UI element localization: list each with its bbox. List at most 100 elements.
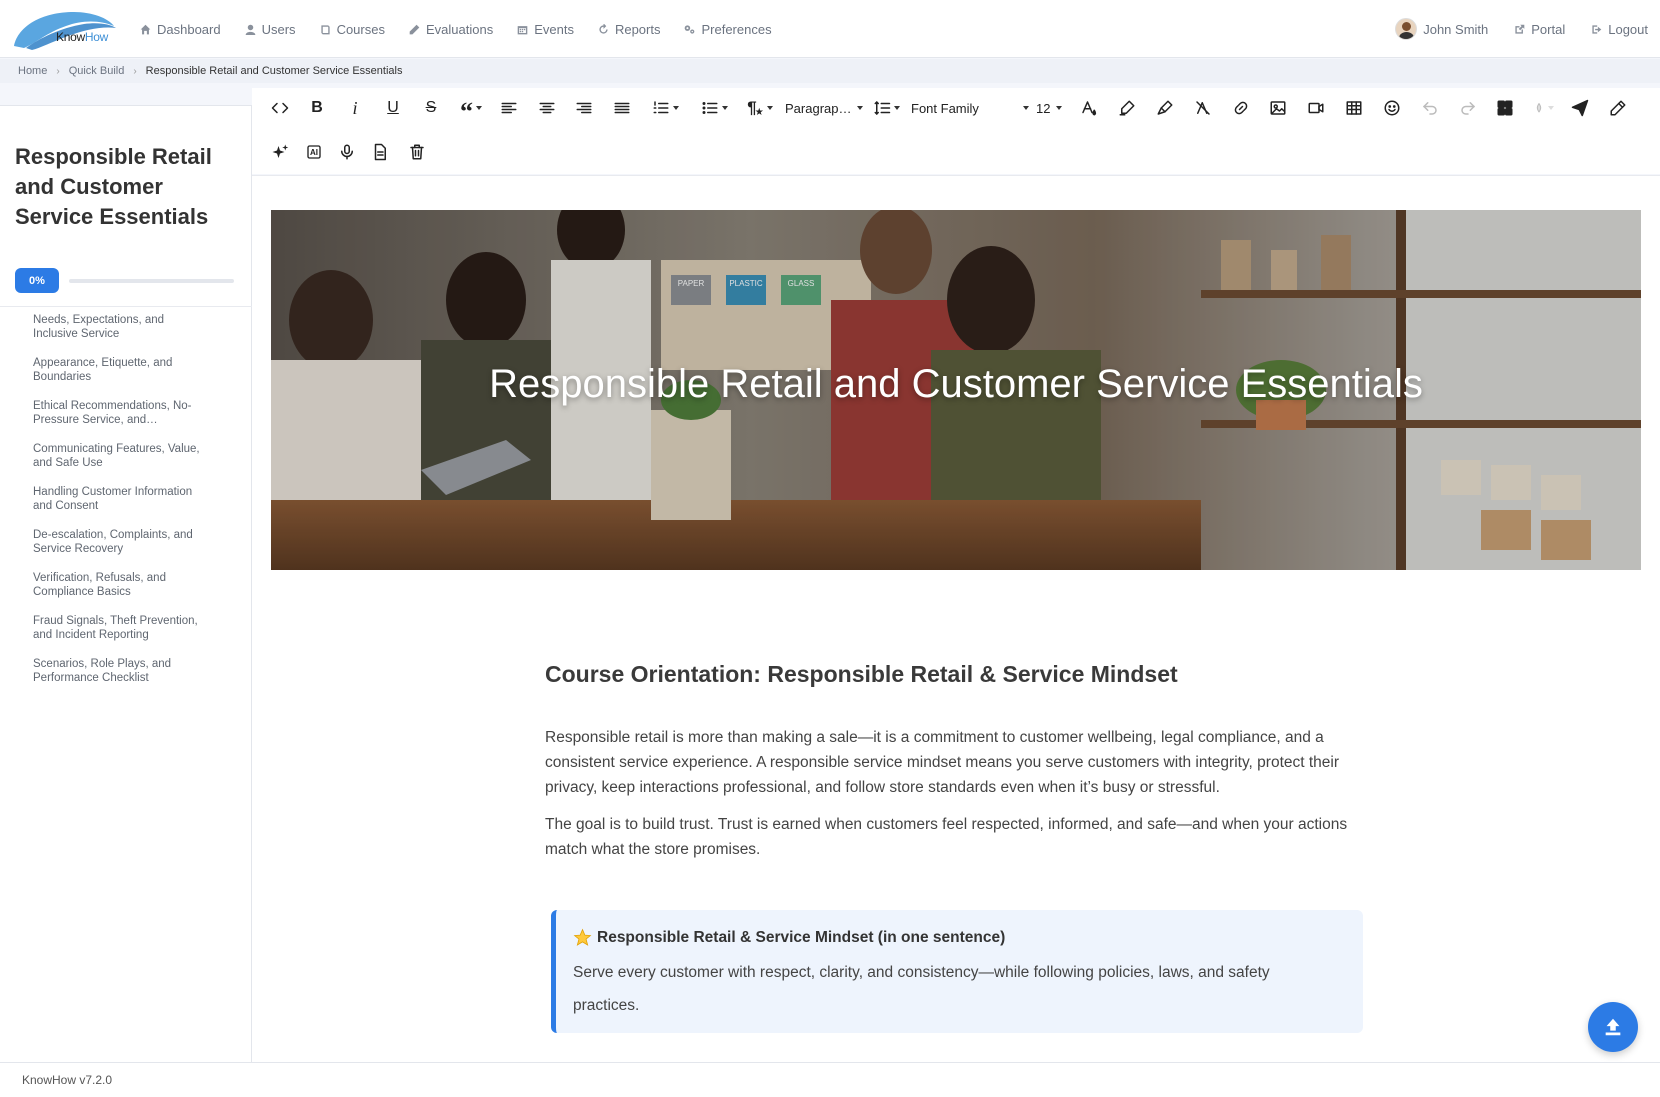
insert-emoji-button[interactable] [1379, 93, 1405, 123]
microphone-icon [341, 144, 353, 160]
external-link-icon [1515, 24, 1525, 34]
logo-text-how: How [84, 30, 108, 44]
sidebar-divider [0, 306, 252, 307]
portal-label: Portal [1531, 21, 1566, 37]
nav-users[interactable]: Users [245, 22, 296, 37]
chevron-down-icon [672, 106, 679, 110]
callout-title-text: Responsible Retail & Service Mindset (in… [597, 928, 1006, 946]
quote-icon: “ [460, 97, 473, 126]
breadcrumb-home[interactable]: Home [18, 65, 47, 77]
user-icon [245, 24, 255, 35]
line-height-button[interactable] [870, 93, 902, 123]
insert-image-button[interactable] [1265, 93, 1291, 123]
font-family-select[interactable]: Font Family [911, 93, 1029, 123]
home-icon [140, 24, 151, 34]
blocks-button[interactable] [1492, 93, 1518, 123]
course-sidebar: Responsible Retail and Customer Service … [0, 105, 252, 1062]
lesson-item[interactable]: Handling Customer Information and Consen… [33, 486, 208, 529]
voice-button[interactable] [334, 137, 360, 167]
bullet-list-button[interactable] [696, 93, 732, 123]
editor-content[interactable]: PAPER PLASTIC GLASS Responsible Retail a… [252, 175, 1660, 1062]
upload-button[interactable] [1588, 1002, 1638, 1052]
chevron-right-icon: › [56, 65, 60, 77]
knowhow-logo[interactable]: KnowHow [12, 8, 116, 50]
ordered-list-button[interactable] [647, 93, 683, 123]
nav-reports[interactable]: Reports [598, 21, 661, 37]
portal-link[interactable]: Portal [1514, 22, 1565, 37]
undo-button[interactable] [1417, 93, 1443, 123]
highlight-button[interactable] [1114, 93, 1140, 123]
insert-table-button[interactable] [1341, 93, 1367, 123]
brush-icon [1157, 100, 1173, 115]
drop-icon [1536, 103, 1541, 113]
chevron-down-icon [1056, 106, 1063, 110]
user-menu[interactable]: John Smith [1395, 18, 1488, 40]
lesson-item[interactable]: Needs, Expectations, and Inclusive Servi… [33, 314, 208, 357]
lesson-item[interactable]: Communicating Features, Value, and Safe … [33, 443, 208, 486]
align-right-icon [576, 102, 592, 114]
color-drop-button[interactable] [1528, 93, 1558, 123]
align-right-button[interactable] [571, 93, 597, 123]
chevron-down-icon [857, 106, 864, 110]
undo-icon [1423, 102, 1437, 115]
lesson-item[interactable]: Scenarios, Role Plays, and Performance C… [33, 658, 208, 701]
nav-events[interactable]: Events [517, 22, 574, 37]
font-size-select[interactable]: 12 [1036, 93, 1068, 123]
lesson-item[interactable]: De-escalation, Complaints, and Service R… [33, 529, 208, 572]
edit-button[interactable] [1605, 93, 1631, 123]
font-size-value: 12 [1036, 100, 1051, 116]
section-heading: Course Orientation: Responsible Retail &… [545, 661, 1178, 687]
document-button[interactable] [367, 137, 393, 167]
logout-label: Logout [1608, 21, 1648, 37]
insert-link-button[interactable] [1228, 93, 1254, 123]
chevron-down-icon [766, 106, 773, 110]
nav-preferences[interactable]: Preferences [684, 22, 772, 37]
lesson-item[interactable]: Fraud Signals, Theft Prevention, and Inc… [33, 615, 208, 658]
lesson-item[interactable]: Appearance, Etiquette, and Boundaries [33, 357, 208, 400]
italic-button[interactable]: i [342, 93, 368, 123]
redo-icon [1461, 102, 1475, 115]
smiley-icon [1384, 100, 1400, 116]
ai-magic-button[interactable] [267, 137, 293, 167]
redo-button[interactable] [1455, 93, 1481, 123]
ai-assistant-button[interactable]: AI [301, 137, 327, 167]
video-icon [1308, 102, 1324, 114]
star-small-icon: ★ [754, 106, 764, 118]
clear-formatting-button[interactable] [1190, 93, 1216, 123]
highlighter-icon [1119, 100, 1135, 116]
breadcrumb: Home › Quick Build › Responsible Retail … [0, 59, 1660, 83]
align-center-button[interactable] [534, 93, 560, 123]
publish-button[interactable] [1567, 93, 1593, 123]
lesson-item[interactable]: Ethical Recommendations, No-Pressure Ser… [33, 400, 208, 443]
justify-button[interactable] [609, 93, 635, 123]
background-color-button[interactable] [1152, 93, 1178, 123]
insert-video-button[interactable] [1303, 93, 1329, 123]
callout-body: Serve every customer with respect, clari… [573, 964, 1270, 1014]
paragraph-format-value: Paragrap… [785, 100, 852, 116]
source-code-button[interactable] [267, 93, 293, 123]
bold-button[interactable]: B [304, 93, 330, 123]
strikethrough-button[interactable]: S [418, 93, 444, 123]
paragraph-styles-button[interactable]: ¶ ★ [744, 93, 776, 123]
nav-courses[interactable]: Courses [320, 22, 385, 37]
nav-evaluations[interactable]: Evaluations [409, 22, 493, 37]
paragraph-format-select[interactable]: Paragrap… [785, 93, 864, 123]
align-left-button[interactable] [496, 93, 522, 123]
text-color-button[interactable] [1076, 93, 1102, 123]
logout-link[interactable]: Logout [1591, 22, 1648, 37]
nav-reports-label: Reports [614, 21, 661, 37]
logo-text-know: Know [56, 30, 85, 44]
breadcrumb-quick-build[interactable]: Quick Build [69, 65, 125, 77]
lesson-item[interactable]: Verification, Refusals, and Compliance B… [33, 572, 208, 615]
table-icon [1346, 101, 1362, 115]
blockquote-button[interactable]: “ [456, 93, 486, 126]
link-icon [1234, 101, 1248, 115]
align-justify-icon [614, 102, 630, 114]
align-center-icon [539, 102, 555, 114]
font-family-value: Font Family [911, 100, 979, 116]
nav-dashboard[interactable]: Dashboard [140, 22, 221, 37]
delete-button[interactable] [404, 137, 430, 167]
editor-toolbar: B i U S “ ¶ ★ Paragrap… Font Family 12 A… [252, 88, 1660, 174]
underline-button[interactable]: U [380, 93, 406, 123]
grid-icon [1497, 100, 1513, 116]
